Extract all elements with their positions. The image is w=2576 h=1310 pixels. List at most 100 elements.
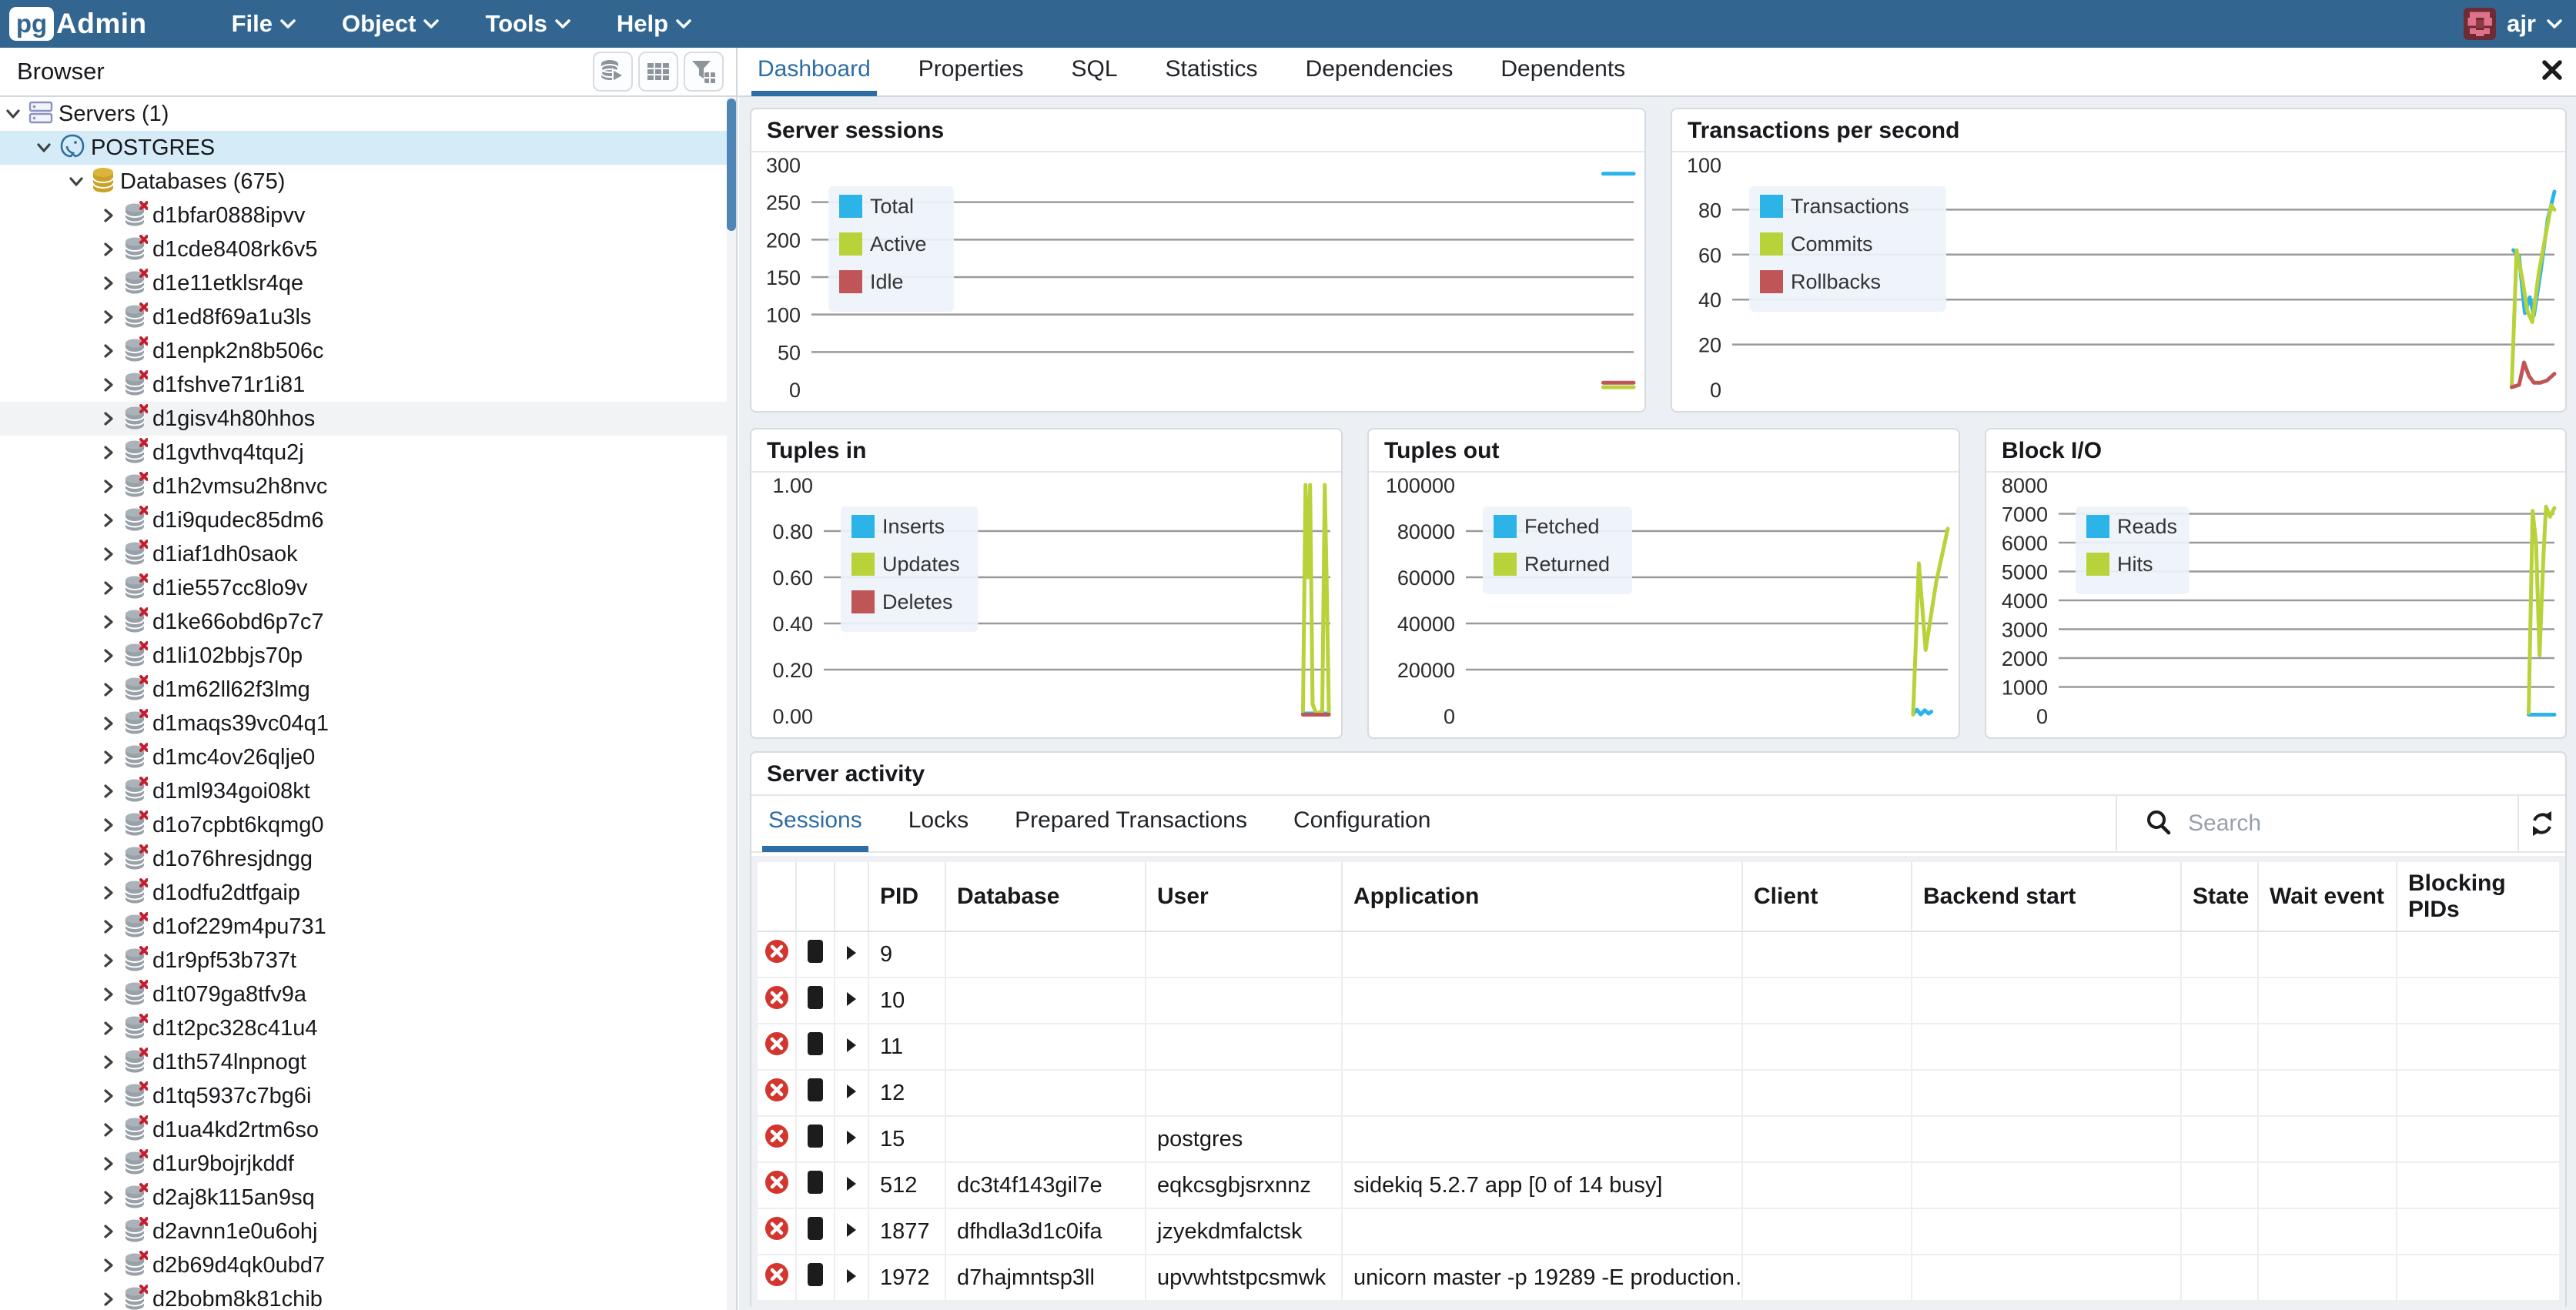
expand-row-icon[interactable] [845, 1268, 858, 1285]
tree-item-database[interactable]: d1odfu2dtfgaip [0, 876, 728, 910]
cancel-query-icon[interactable] [807, 1078, 824, 1102]
terminate-session-icon[interactable] [764, 1077, 790, 1103]
chevron-right-icon[interactable] [100, 580, 117, 597]
terminate-session-icon[interactable] [764, 938, 790, 964]
tree-item-database[interactable]: d1m62ll62f3lmg [0, 673, 728, 707]
tree-item-database[interactable]: d1of229m4pu731 [0, 910, 728, 944]
expand-row-icon[interactable] [845, 1175, 858, 1192]
chevron-expanded-icon[interactable] [68, 173, 85, 190]
refresh-button[interactable] [2517, 796, 2565, 851]
chevron-right-icon[interactable] [100, 952, 117, 969]
tree-item-database[interactable]: d1gisv4h80hhos [0, 402, 728, 436]
menu-file[interactable]: File [232, 10, 296, 38]
tab-locks[interactable]: Locks [902, 795, 975, 852]
cancel-query-icon[interactable] [807, 939, 824, 964]
tree-item-database[interactable]: d2avnn1e0u6ohj [0, 1215, 728, 1248]
terminate-session-icon[interactable] [764, 1215, 790, 1241]
tree-item-database[interactable]: d1gvthvq4tqu2j [0, 436, 728, 470]
chevron-right-icon[interactable] [100, 512, 117, 529]
tree-item-database[interactable]: d1h2vmsu2h8nvc [0, 470, 728, 503]
table-row[interactable]: 512dc3t4f143gil7eeqkcsgbjsrxnnzsidekiq 5… [758, 1162, 2559, 1208]
chevron-right-icon[interactable] [100, 749, 117, 766]
tree-item-database[interactable]: d1th574lnpnogt [0, 1045, 728, 1079]
chevron-right-icon[interactable] [100, 376, 117, 393]
chevron-right-icon[interactable] [100, 207, 117, 224]
chevron-right-icon[interactable] [100, 918, 117, 935]
menu-tools[interactable]: Tools [485, 10, 570, 38]
chevron-right-icon[interactable] [100, 1257, 117, 1274]
tree-item-database[interactable]: d1li102bbjs70p [0, 639, 728, 673]
cancel-query-icon[interactable] [807, 1170, 824, 1195]
tree-item-database[interactable]: d1maqs39vc04q1 [0, 707, 728, 740]
tab-statistics[interactable]: Statistics [1159, 47, 1264, 96]
tree-item-database[interactable]: d1bfar0888ipvv [0, 199, 728, 232]
chevron-right-icon[interactable] [100, 613, 117, 630]
chevron-right-icon[interactable] [100, 444, 117, 461]
tree-item-servers[interactable]: Servers (1) [0, 97, 728, 131]
cancel-query-icon[interactable] [807, 1262, 824, 1287]
expand-row-icon[interactable] [845, 944, 858, 961]
terminate-session-icon[interactable] [764, 1123, 790, 1149]
chevron-expanded-icon[interactable] [5, 105, 22, 122]
chevron-right-icon[interactable] [100, 986, 117, 1003]
chevron-right-icon[interactable] [100, 850, 117, 867]
chevron-right-icon[interactable] [100, 715, 117, 732]
tree-item-database[interactable]: d1ua4kd2rtm6so [0, 1113, 728, 1147]
close-panel-icon[interactable] [2541, 58, 2564, 85]
tab-properties[interactable]: Properties [912, 47, 1030, 96]
menu-help[interactable]: Help [617, 10, 691, 38]
user-menu[interactable]: ajr [2464, 8, 2562, 40]
expand-row-icon[interactable] [845, 1129, 858, 1146]
cancel-query-icon[interactable] [807, 1031, 824, 1056]
expand-row-icon[interactable] [845, 991, 858, 1008]
cancel-query-icon[interactable] [807, 985, 824, 1010]
chevron-right-icon[interactable] [100, 343, 117, 359]
search-input[interactable] [2188, 810, 2481, 837]
tree-item-database[interactable]: d1i9qudec85dm6 [0, 503, 728, 537]
sidebar-scrollbar[interactable] [727, 97, 736, 1310]
tree-item-postgres-server[interactable]: POSTGRES [0, 131, 728, 165]
tree-item-database[interactable]: d1ed8f69a1u3ls [0, 300, 728, 334]
table-row[interactable]: 12 [758, 1070, 2559, 1116]
tab-sessions[interactable]: Sessions [762, 795, 868, 852]
tree-item-database[interactable]: d1o7cpbt6kqmg0 [0, 808, 728, 842]
table-row[interactable]: 1972d7hajmntsp3llupvwhtstpcsmwkunicorn m… [758, 1255, 2559, 1301]
tab-sql[interactable]: SQL [1066, 47, 1124, 96]
tree-item-database[interactable]: d1ke66obd6p7c7 [0, 605, 728, 639]
chevron-right-icon[interactable] [100, 1189, 117, 1206]
tree-item-database[interactable]: d1cde8408rk6v5 [0, 232, 728, 266]
menu-object[interactable]: Object [342, 10, 439, 38]
tree-item-database[interactable]: d1mc4ov26qlje0 [0, 740, 728, 774]
terminate-session-icon[interactable] [764, 984, 790, 1011]
chevron-right-icon[interactable] [100, 1020, 117, 1037]
expand-row-icon[interactable] [845, 1221, 858, 1238]
chevron-right-icon[interactable] [100, 647, 117, 664]
chevron-right-icon[interactable] [100, 783, 117, 800]
chevron-expanded-icon[interactable] [35, 139, 52, 156]
tree-item-database[interactable]: d1t2pc328c41u4 [0, 1011, 728, 1045]
terminate-session-icon[interactable] [764, 1031, 790, 1057]
tree-item-database[interactable]: d1o76hresjdngg [0, 842, 728, 876]
tree-item-database[interactable]: d1r9pf53b737t [0, 944, 728, 977]
table-row[interactable]: 15postgres [758, 1116, 2559, 1162]
chevron-right-icon[interactable] [100, 1223, 117, 1240]
tree-item-database[interactable]: d1e11etklsr4qe [0, 266, 728, 300]
chevron-right-icon[interactable] [100, 1155, 117, 1172]
chevron-right-icon[interactable] [100, 1088, 117, 1104]
cancel-query-icon[interactable] [807, 1216, 824, 1241]
tree-item-database[interactable]: d2bobm8k81chib [0, 1282, 728, 1310]
tab-dashboard[interactable]: Dashboard [751, 47, 877, 96]
tree-item-database[interactable]: d1ie557cc8lo9v [0, 571, 728, 605]
cancel-query-icon[interactable] [807, 1124, 824, 1148]
chevron-right-icon[interactable] [100, 1291, 117, 1308]
expand-row-icon[interactable] [845, 1083, 858, 1100]
tree-item-database[interactable]: d2b69d4qk0ubd7 [0, 1248, 728, 1282]
table-row[interactable]: 10 [758, 977, 2559, 1024]
chevron-right-icon[interactable] [100, 1121, 117, 1138]
tab-dependencies[interactable]: Dependencies [1300, 47, 1460, 96]
terminate-session-icon[interactable] [764, 1262, 790, 1288]
chevron-right-icon[interactable] [100, 817, 117, 834]
scrollbar-thumb[interactable] [727, 99, 736, 231]
tree-item-database[interactable]: d1ur9bojrjkddf [0, 1147, 728, 1181]
tree-item-database[interactable]: d1iaf1dh0saok [0, 537, 728, 571]
